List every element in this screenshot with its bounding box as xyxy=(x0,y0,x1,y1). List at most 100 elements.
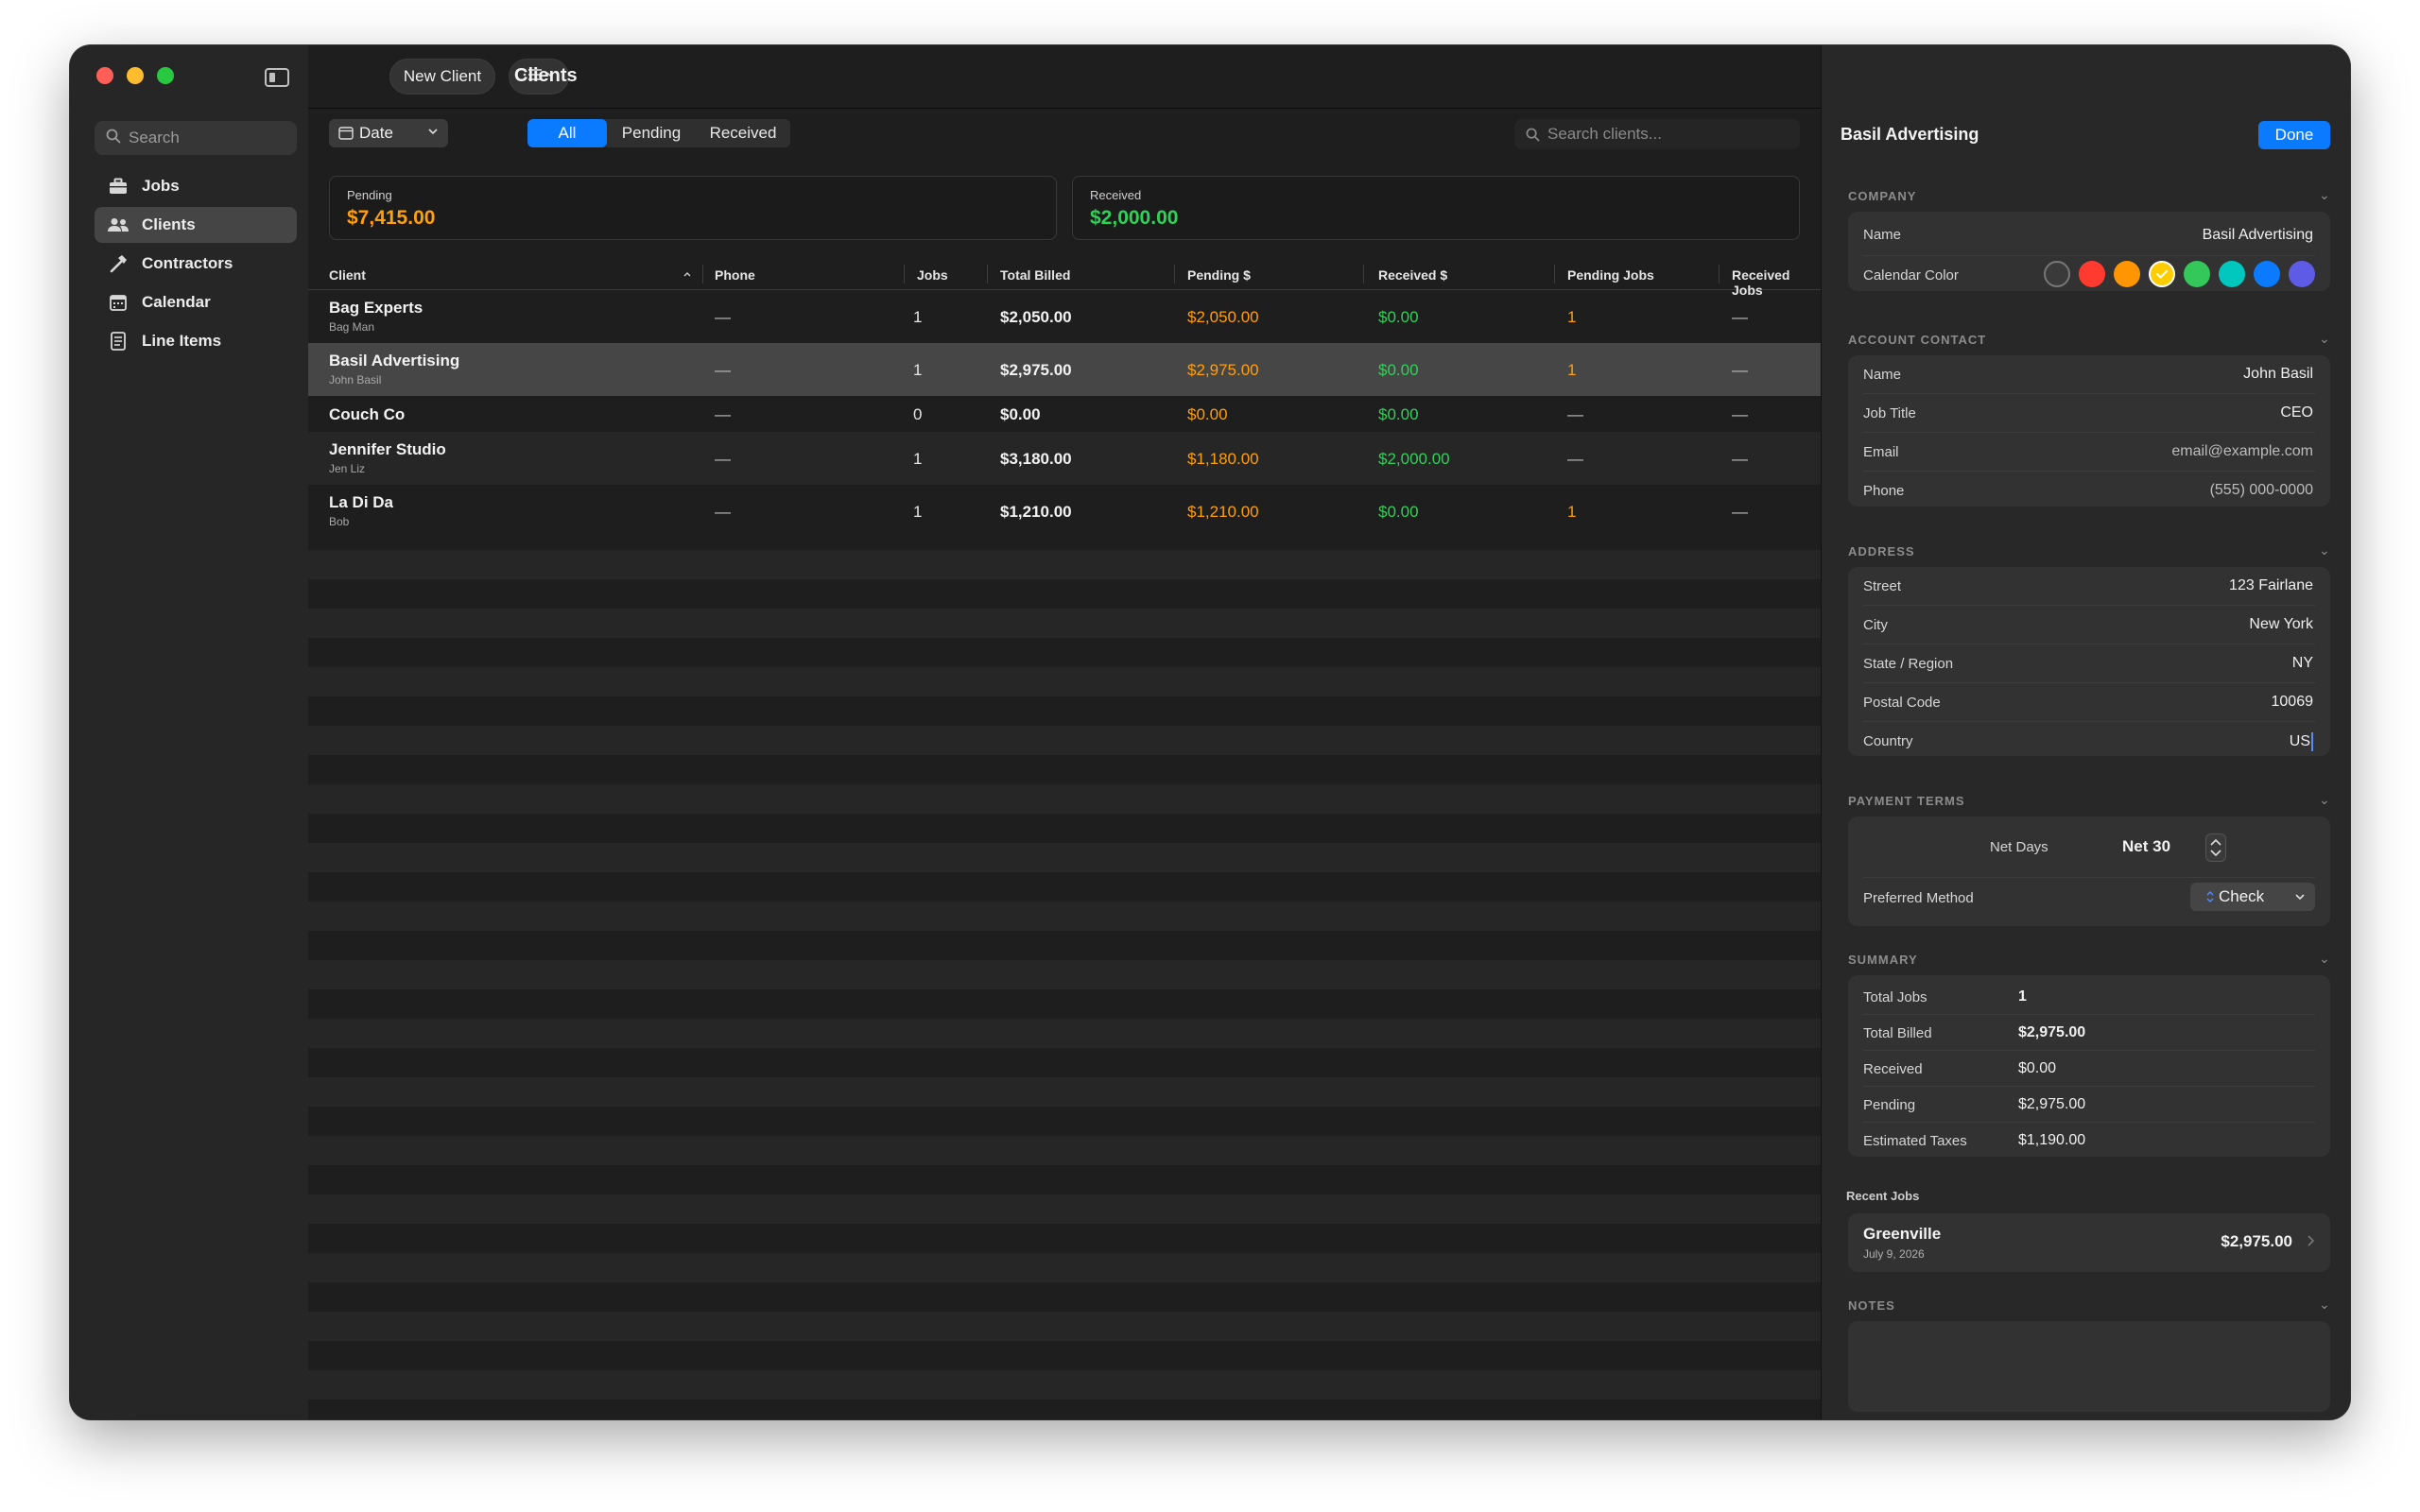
field-label: Name xyxy=(1863,227,1902,243)
table-row[interactable]: Bag Experts Bag Man — 1 $2,050.00 $2,050… xyxy=(308,290,1821,343)
summary-value: $1,190.00 xyxy=(2018,1132,2086,1148)
close-window-button[interactable] xyxy=(96,67,113,84)
color-swatch[interactable] xyxy=(2149,261,2175,287)
new-client-button[interactable]: New Client xyxy=(389,59,495,94)
contact-phone-row: Phone (555) 000-0000 xyxy=(1863,472,2315,509)
postal-code-field[interactable]: 10069 xyxy=(2272,694,2314,711)
company-name-field[interactable]: Basil Advertising xyxy=(2203,227,2313,244)
client-pending-jobs: 1 xyxy=(1567,308,1577,326)
state-field[interactable]: NY xyxy=(2292,655,2313,672)
received-card-value: $2,000.00 xyxy=(1090,207,1179,229)
client-received: $2,000.00 xyxy=(1378,450,1450,468)
column-header-jobs[interactable]: Jobs xyxy=(917,267,948,283)
chevron-down-icon xyxy=(2294,891,2306,902)
chevron-down-icon[interactable]: ⌄ xyxy=(2319,542,2330,558)
app-window: Search Jobs Clients Contractors Calendar… xyxy=(70,45,2350,1419)
calendar-color-row: Calendar Color xyxy=(1863,256,2315,292)
client-received: $0.00 xyxy=(1378,503,1419,521)
sidebar-item-clients[interactable]: Clients xyxy=(95,207,297,243)
chevron-down-icon[interactable]: ⌄ xyxy=(2319,792,2330,808)
net-days-stepper[interactable] xyxy=(2205,833,2226,862)
client-jobs: 1 xyxy=(913,308,923,326)
table-row[interactable]: Couch Co — 0 $0.00 $0.00 $0.00 — — xyxy=(308,396,1821,432)
color-swatch[interactable] xyxy=(2184,261,2210,287)
client-name: Couch Co xyxy=(329,405,406,423)
sidebar-item-line-items[interactable]: Line Items xyxy=(95,323,297,359)
column-header-total-billed[interactable]: Total Billed xyxy=(1000,267,1070,283)
date-filter-select[interactable]: Date xyxy=(329,119,448,147)
country-field[interactable]: US xyxy=(2290,732,2313,751)
client-received: $0.00 xyxy=(1378,308,1419,326)
recent-job-item[interactable]: Greenville July 9, 2026 $2,975.00 xyxy=(1848,1213,2330,1272)
filter-bar: Date All Pending Received Search clients… xyxy=(308,108,1821,161)
color-swatch[interactable] xyxy=(2044,261,2070,287)
color-swatch[interactable] xyxy=(2219,261,2245,287)
chevron-down-icon[interactable]: ⌄ xyxy=(2319,331,2330,347)
empty-table-rows xyxy=(308,550,1821,1400)
summary-value: 1 xyxy=(2018,988,2027,1005)
city-field[interactable]: New York xyxy=(2249,616,2313,633)
column-header-client[interactable]: Client xyxy=(329,267,366,283)
client-search-input[interactable]: Search clients... xyxy=(1514,119,1800,149)
client-pending: $2,975.00 xyxy=(1187,361,1259,379)
column-header-pending[interactable]: Pending $ xyxy=(1187,267,1251,283)
postal-code-row: Postal Code 10069 xyxy=(1863,683,2315,722)
client-pending: $1,180.00 xyxy=(1187,450,1259,468)
contact-phone-field[interactable]: (555) 000-0000 xyxy=(2210,482,2313,499)
sidebar-item-contractors[interactable]: Contractors xyxy=(95,246,297,282)
chevron-down-icon[interactable]: ⌄ xyxy=(2319,187,2330,203)
table-row[interactable]: Jennifer Studio Jen Liz — 1 $3,180.00 $1… xyxy=(308,432,1821,485)
client-name: La Di Da xyxy=(329,493,394,511)
segment-pending[interactable]: Pending xyxy=(607,119,696,147)
notes-textarea[interactable] xyxy=(1848,1321,2330,1412)
chevron-down-icon[interactable]: ⌄ xyxy=(2319,1297,2330,1313)
segment-all[interactable]: All xyxy=(527,119,607,147)
color-swatch[interactable] xyxy=(2114,261,2140,287)
client-pending-jobs: — xyxy=(1567,450,1583,468)
field-label: Street xyxy=(1863,578,1902,594)
summary-estimated-taxes-row: Estimated Taxes $1,190.00 xyxy=(1863,1123,2315,1158)
field-label: Country xyxy=(1863,733,1913,749)
sidebar-search-field[interactable]: Search xyxy=(95,121,297,155)
color-swatch[interactable] xyxy=(2289,261,2315,287)
column-header-received[interactable]: Received $ xyxy=(1378,267,1447,283)
contact-job-title-field[interactable]: CEO xyxy=(2280,404,2313,421)
done-button[interactable]: Done xyxy=(2258,121,2330,149)
summary-label: Received xyxy=(1863,1061,1923,1077)
city-row: City New York xyxy=(1863,606,2315,644)
sidebar-item-label: Contractors xyxy=(142,254,233,272)
sidebar-toggle-icon[interactable] xyxy=(265,68,289,87)
sidebar-item-calendar[interactable]: Calendar xyxy=(95,284,297,320)
column-header-phone[interactable]: Phone xyxy=(715,267,755,283)
summary-total-billed-row: Total Billed $2,975.00 xyxy=(1863,1015,2315,1051)
section-label-company: COMPANY xyxy=(1848,189,1917,203)
received-card-label: Received xyxy=(1090,188,1142,202)
sidebar-item-jobs[interactable]: Jobs xyxy=(95,168,297,204)
search-icon xyxy=(106,129,121,148)
summary-group: Total Jobs 1 Total Billed $2,975.00 Rece… xyxy=(1848,975,2330,1157)
table-row[interactable]: La Di Da Bob — 1 $1,210.00 $1,210.00 $0.… xyxy=(308,485,1821,538)
column-header-pending-jobs[interactable]: Pending Jobs xyxy=(1567,267,1654,283)
contact-job-title-row: Job Title CEO xyxy=(1863,394,2315,433)
contact-name-field[interactable]: John Basil xyxy=(2243,366,2313,383)
street-field[interactable]: 123 Fairlane xyxy=(2229,577,2313,594)
client-jobs: 1 xyxy=(913,361,923,379)
table-row[interactable]: Basil Advertising John Basil — 1 $2,975.… xyxy=(308,343,1821,396)
summary-total-jobs-row: Total Jobs 1 xyxy=(1863,979,2315,1015)
client-pending-jobs: — xyxy=(1567,405,1583,423)
client-received-jobs: — xyxy=(1732,405,1748,423)
chevron-down-icon[interactable]: ⌄ xyxy=(2319,951,2330,967)
client-received-jobs: — xyxy=(1732,308,1748,326)
minimize-window-button[interactable] xyxy=(127,67,144,84)
sidebar-item-label: Jobs xyxy=(142,177,180,195)
preferred-method-select[interactable]: Check xyxy=(2190,883,2315,911)
pending-summary-card: Pending $7,415.00 xyxy=(329,176,1057,240)
color-swatch[interactable] xyxy=(2079,261,2105,287)
summary-value: $0.00 xyxy=(2018,1060,2057,1076)
preferred-method-value: Check xyxy=(2219,887,2265,905)
contact-email-field[interactable]: email@example.com xyxy=(2171,443,2313,460)
color-swatch[interactable] xyxy=(2254,261,2280,287)
zoom-window-button[interactable] xyxy=(157,67,174,84)
segment-received[interactable]: Received xyxy=(696,119,790,147)
field-label: State / Region xyxy=(1863,656,1954,672)
